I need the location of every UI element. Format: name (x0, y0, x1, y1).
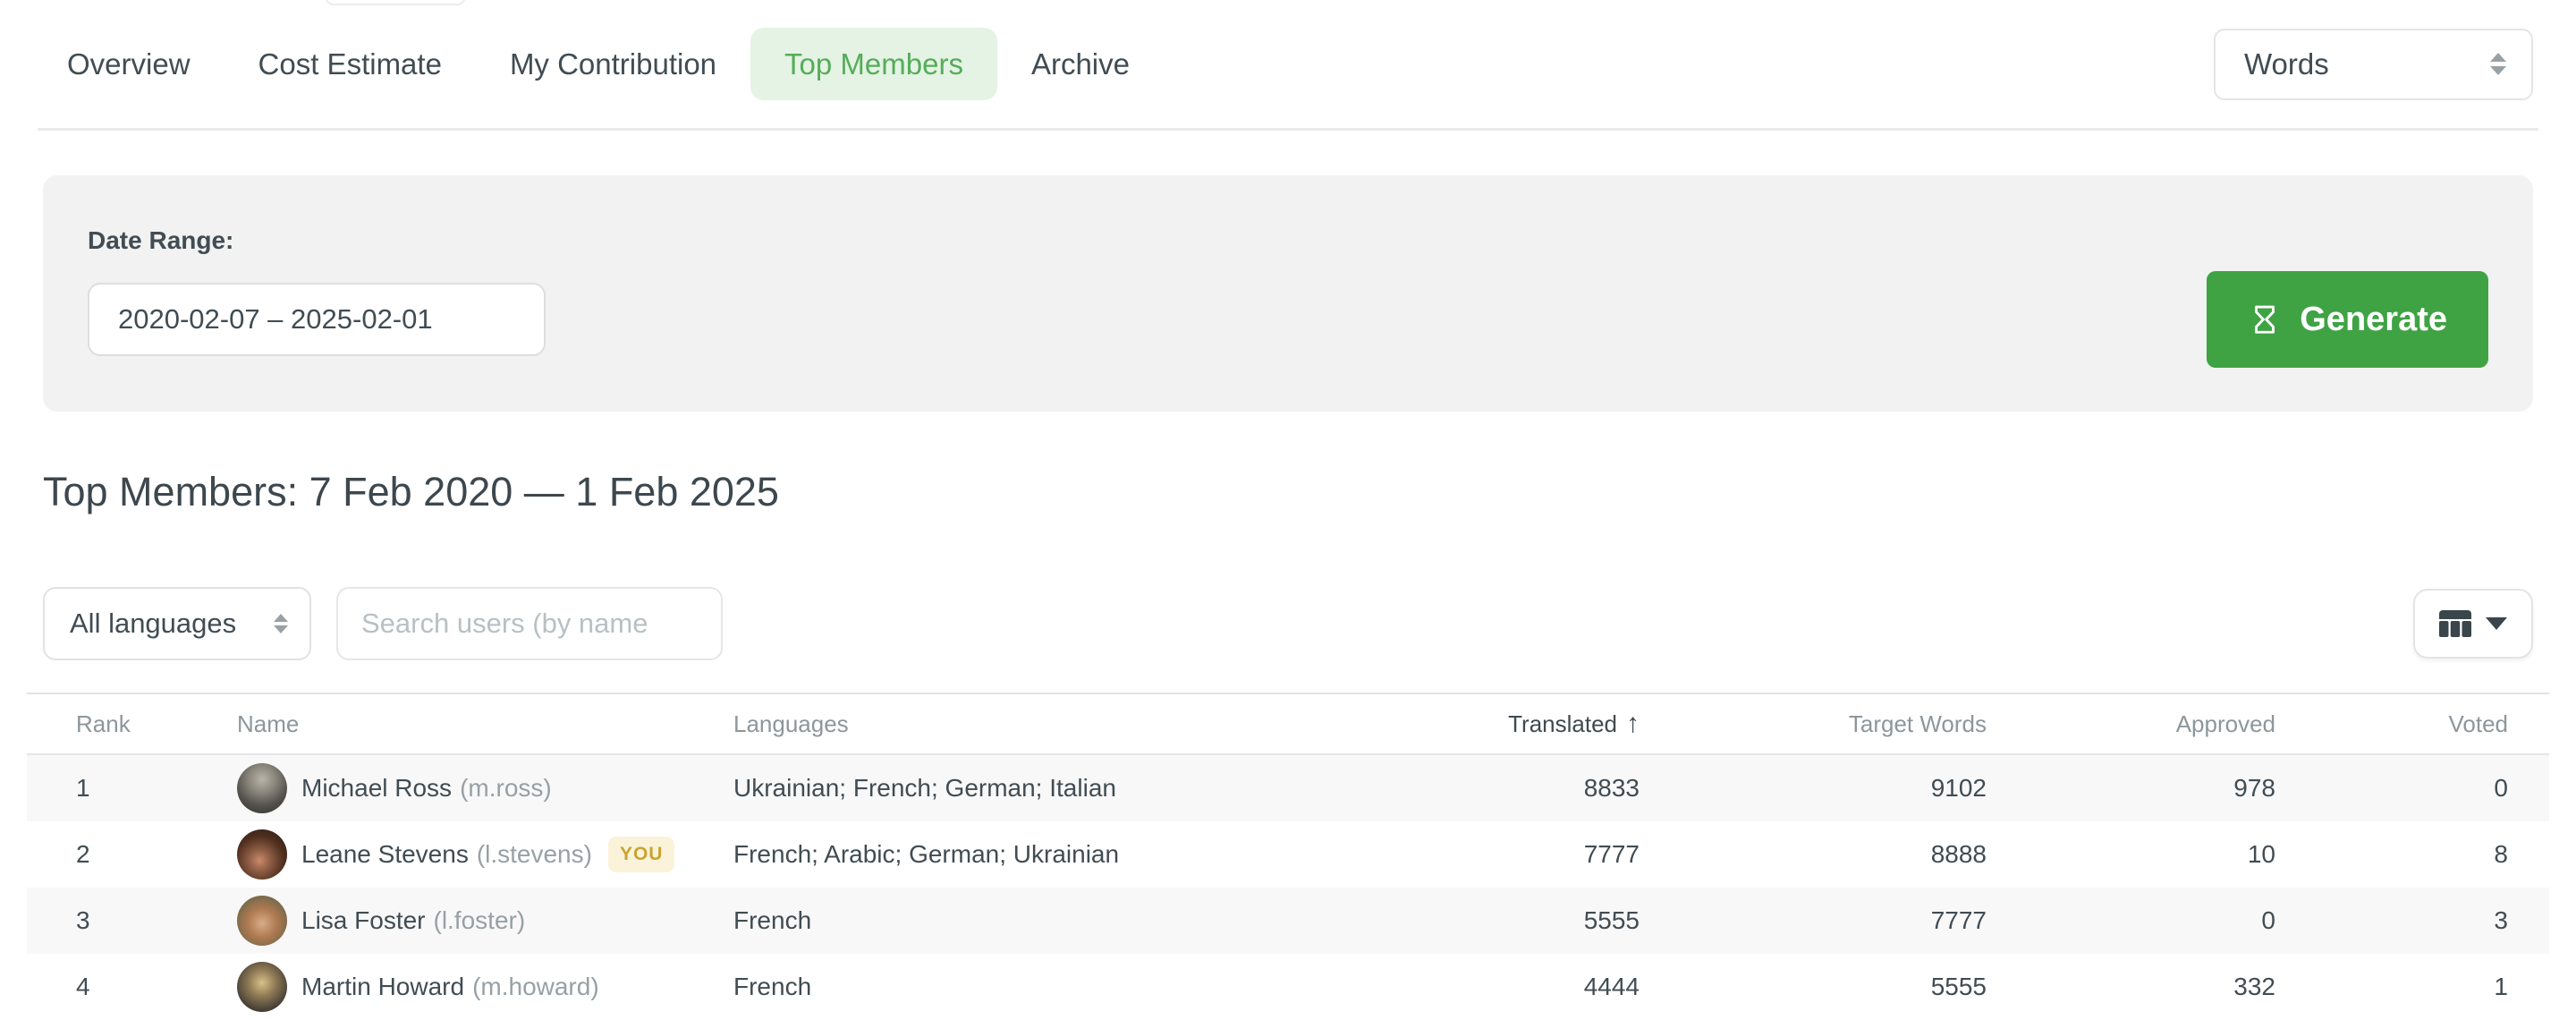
column-header-translated-label: Translated (1508, 710, 1617, 738)
languages-cell: Ukrainian; French; German; Italian (733, 774, 1407, 803)
languages-cell: French; Arabic; German; Ukrainian (733, 840, 1407, 869)
column-header-name[interactable]: Name (237, 710, 733, 738)
tab-archive[interactable]: Archive (997, 28, 1164, 100)
approved-cell: 978 (1987, 774, 2275, 803)
member-username: (l.stevens) (477, 840, 592, 869)
member-name: Leane Stevens (301, 840, 469, 869)
member-name: Michael Ross (301, 774, 452, 803)
voted-cell: 0 (2275, 774, 2549, 803)
name-cell: Martin Howard (m.howard) (237, 962, 733, 1012)
tab-top-members[interactable]: Top Members (750, 28, 997, 100)
target-words-cell: 9102 (1640, 774, 1987, 803)
target-words-cell: 5555 (1640, 973, 1987, 1001)
voted-cell: 1 (2275, 973, 2549, 1001)
language-filter-select[interactable]: All languages (43, 587, 311, 660)
voted-cell: 3 (2275, 906, 2549, 935)
column-header-languages: Languages (733, 710, 1407, 738)
member-username: (m.howard) (472, 973, 599, 1001)
date-range-input[interactable]: 2020-02-07 – 2025-02-01 (88, 283, 546, 356)
member-username: (m.ross) (460, 774, 552, 803)
target-words-cell: 8888 (1640, 840, 1987, 869)
table-row: 4 Martin Howard (m.howard) French 4444 5… (27, 954, 2549, 1020)
page-title: Top Members: 7 Feb 2020 — 1 Feb 2025 (43, 467, 2533, 517)
rank-cell: 2 (27, 840, 237, 869)
you-badge: YOU (608, 837, 675, 872)
generate-button-label: Generate (2300, 301, 2447, 339)
column-header-translated[interactable]: Translated ↑ (1407, 709, 1640, 739)
clipped-popover-edge (325, 0, 466, 5)
column-header-target-words[interactable]: Target Words (1640, 710, 1987, 738)
voted-cell: 8 (2275, 840, 2549, 869)
generate-button[interactable]: Generate (2207, 271, 2488, 368)
avatar (237, 763, 287, 813)
translated-cell: 5555 (1407, 906, 1640, 935)
chevron-updown-icon (274, 614, 288, 633)
members-table: Rank Name Languages Translated ↑ Target … (27, 693, 2549, 1020)
rank-cell: 1 (27, 774, 237, 803)
column-header-rank: Rank (27, 710, 237, 738)
approved-cell: 10 (1987, 840, 2275, 869)
approved-cell: 0 (1987, 906, 2275, 935)
approved-cell: 332 (1987, 973, 2275, 1001)
search-input[interactable] (336, 587, 723, 660)
report-tabs-row: Overview Cost Estimate My Contribution T… (0, 0, 2576, 128)
name-cell: Lisa Foster (l.foster) (237, 896, 733, 946)
tab-my-contribution[interactable]: My Contribution (476, 28, 750, 100)
member-name: Lisa Foster (301, 906, 426, 935)
name-cell: Michael Ross (m.ross) (237, 763, 733, 813)
sort-ascending-icon: ↑ (1626, 709, 1640, 739)
member-username: (l.foster) (434, 906, 526, 935)
tab-overview[interactable]: Overview (33, 28, 225, 100)
languages-cell: French (733, 973, 1407, 1001)
translated-cell: 7777 (1407, 840, 1640, 869)
hourglass-icon (2248, 302, 2282, 336)
rank-cell: 4 (27, 973, 237, 1001)
avatar (237, 829, 287, 880)
translated-cell: 8833 (1407, 774, 1640, 803)
table-columns-icon (2439, 610, 2471, 637)
chevron-updown-icon (2490, 53, 2506, 75)
report-settings-panel: Date Range: 2020-02-07 – 2025-02-01 Gene… (43, 175, 2533, 412)
rank-cell: 3 (27, 906, 237, 935)
table-row: 2 Leane Stevens (l.stevens) YOU French; … (27, 821, 2549, 888)
unit-select[interactable]: Words (2214, 29, 2533, 100)
report-tabs: Overview Cost Estimate My Contribution T… (33, 28, 1164, 100)
column-header-voted[interactable]: Voted (2275, 710, 2549, 738)
date-range-label: Date Range: (88, 225, 2488, 256)
tabs-divider (38, 128, 2538, 131)
name-cell: Leane Stevens (l.stevens) YOU (237, 829, 733, 880)
target-words-cell: 7777 (1640, 906, 1987, 935)
table-row: 1 Michael Ross (m.ross) Ukrainian; Frenc… (27, 755, 2549, 821)
unit-select-value: Words (2244, 47, 2329, 81)
languages-cell: French (733, 906, 1407, 935)
column-settings-button[interactable] (2413, 589, 2533, 659)
column-header-approved[interactable]: Approved (1987, 710, 2275, 738)
panel-controls-row: 2020-02-07 – 2025-02-01 Generate (88, 271, 2488, 368)
tab-cost-estimate[interactable]: Cost Estimate (225, 28, 476, 100)
avatar (237, 962, 287, 1012)
table-header-row: Rank Name Languages Translated ↑ Target … (27, 693, 2549, 755)
language-filter-value: All languages (70, 608, 236, 640)
filters-row: All languages (43, 587, 2533, 660)
caret-down-icon (2486, 617, 2507, 630)
member-name: Martin Howard (301, 973, 464, 1001)
table-row: 3 Lisa Foster (l.foster) French 5555 777… (27, 888, 2549, 954)
avatar (237, 896, 287, 946)
translated-cell: 4444 (1407, 973, 1640, 1001)
